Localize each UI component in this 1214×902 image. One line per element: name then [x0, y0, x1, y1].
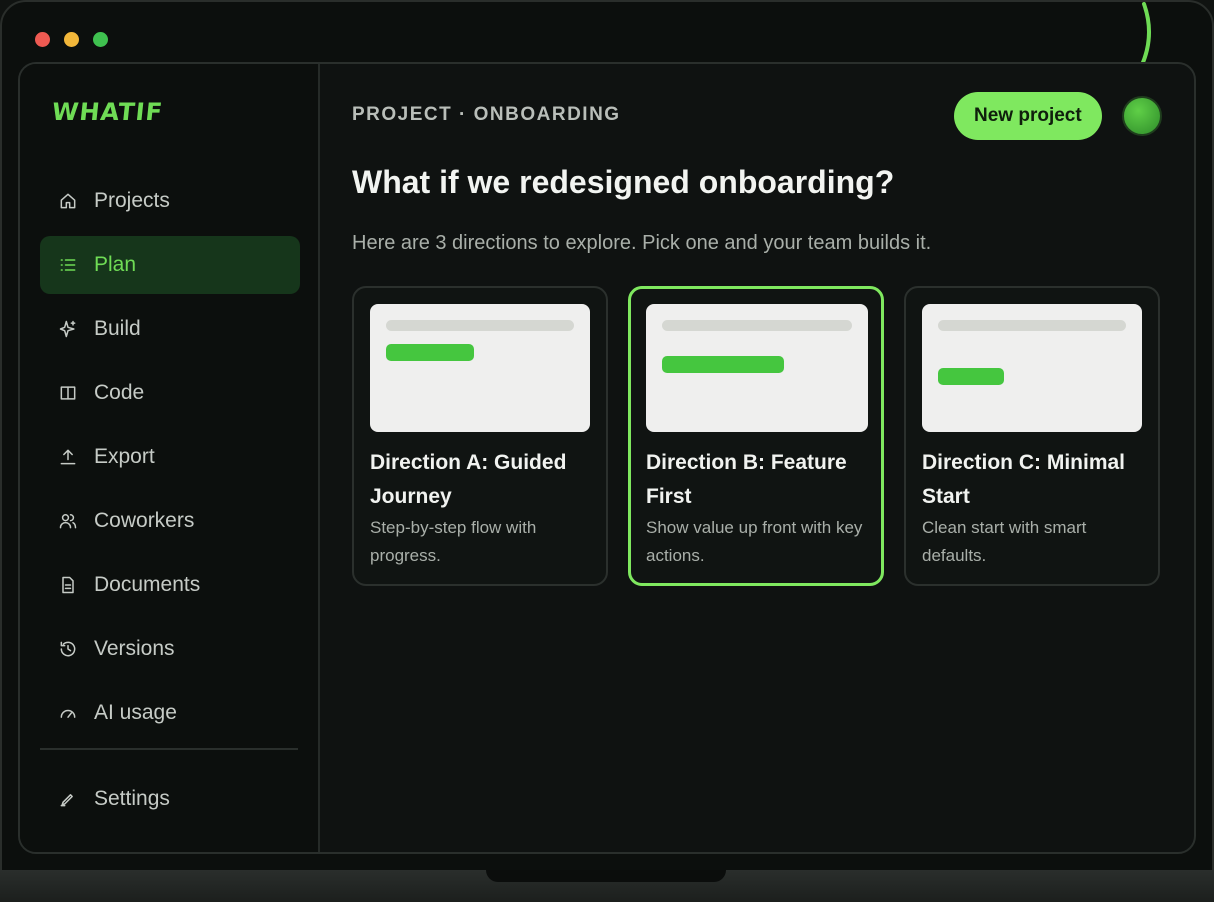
- main-content: PROJECT · ONBOARDING New project What if…: [320, 64, 1194, 852]
- upload-icon: [56, 445, 80, 469]
- sidebar-item-coworkers[interactable]: Coworkers: [40, 492, 300, 550]
- laptop-base: [0, 870, 1214, 902]
- card-description: Clean start with smart defaults.: [922, 518, 1087, 565]
- close-window-button[interactable]: [35, 32, 50, 47]
- sidebar-item-label: Versions: [94, 637, 175, 660]
- card-title: Direction C: Minimal Start: [922, 451, 1126, 508]
- new-project-button[interactable]: New project: [954, 92, 1102, 140]
- avatar[interactable]: [1122, 96, 1162, 136]
- app-logo[interactable]: WHATIF: [51, 98, 165, 126]
- breadcrumb: PROJECT · ONBOARDING: [352, 104, 621, 125]
- card-title: Direction B: Feature First: [646, 451, 847, 508]
- gauge-icon: [56, 701, 80, 725]
- sidebar-item-plan[interactable]: Plan: [40, 236, 300, 294]
- preview-button: [386, 344, 474, 361]
- direction-card-b[interactable]: Direction B: Feature First Show value up…: [628, 286, 884, 586]
- sidebar-item-ai-usage[interactable]: AI usage: [40, 684, 300, 742]
- sidebar-divider: [40, 748, 298, 750]
- direction-cards: Direction A: Guided Journey Step-by-step…: [352, 286, 1160, 586]
- preview-line: [386, 320, 574, 331]
- sidebar-item-code[interactable]: Code: [40, 364, 300, 422]
- sidebar-item-label: Plan: [94, 253, 137, 276]
- page-title: What if we redesigned onboarding?: [352, 164, 895, 200]
- users-icon: [56, 509, 80, 533]
- card-title: Direction A: Guided Journey: [370, 451, 567, 508]
- sidebar-item-documents[interactable]: Documents: [40, 556, 300, 614]
- card-description: Show value up front with key actions.: [646, 518, 863, 565]
- app-window: WHATIF Projects Plan Build Code Export C…: [18, 62, 1196, 854]
- laptop-notch: [486, 870, 726, 882]
- window-controls: [35, 32, 108, 47]
- sidebar: WHATIF Projects Plan Build Code Export C…: [20, 64, 320, 852]
- sidebar-item-label: Settings: [94, 787, 170, 810]
- sidebar-nav: Projects Plan Build Code Export Coworker…: [40, 172, 300, 748]
- card-preview: [370, 304, 590, 432]
- history-icon: [56, 637, 80, 661]
- home-icon: [56, 189, 80, 213]
- card-description: Step-by-step flow with progress.: [370, 518, 537, 565]
- card-preview: [646, 304, 868, 432]
- direction-card-c[interactable]: Direction C: Minimal Start Clean start w…: [904, 286, 1160, 586]
- sidebar-item-label: Projects: [94, 189, 170, 212]
- columns-icon: [56, 381, 80, 405]
- sidebar-item-versions[interactable]: Versions: [40, 620, 300, 678]
- document-icon: [56, 573, 80, 597]
- sidebar-item-projects[interactable]: Projects: [40, 172, 300, 230]
- preview-button: [938, 368, 1004, 385]
- pen-icon: [56, 787, 80, 811]
- preview-line: [662, 320, 852, 331]
- sidebar-item-label: Code: [94, 381, 145, 404]
- sidebar-item-label: Build: [94, 317, 141, 340]
- card-preview: [922, 304, 1142, 432]
- sidebar-item-export[interactable]: Export: [40, 428, 300, 486]
- sidebar-item-label: Documents: [94, 573, 201, 596]
- sidebar-item-build[interactable]: Build: [40, 300, 300, 358]
- page-subtitle: Here are 3 directions to explore. Pick o…: [352, 232, 932, 254]
- zoom-window-button[interactable]: [93, 32, 108, 47]
- preview-button: [662, 356, 784, 373]
- sidebar-item-label: Coworkers: [94, 509, 195, 532]
- preview-line: [938, 320, 1126, 331]
- sparkle-icon: [56, 317, 80, 341]
- list-icon: [56, 253, 80, 277]
- sidebar-item-label: Export: [94, 445, 155, 468]
- direction-card-a[interactable]: Direction A: Guided Journey Step-by-step…: [352, 286, 608, 586]
- sidebar-footer: Settings: [40, 770, 300, 834]
- sidebar-item-label: AI usage: [94, 701, 177, 724]
- sidebar-item-settings[interactable]: Settings: [40, 770, 300, 828]
- minimize-window-button[interactable]: [64, 32, 79, 47]
